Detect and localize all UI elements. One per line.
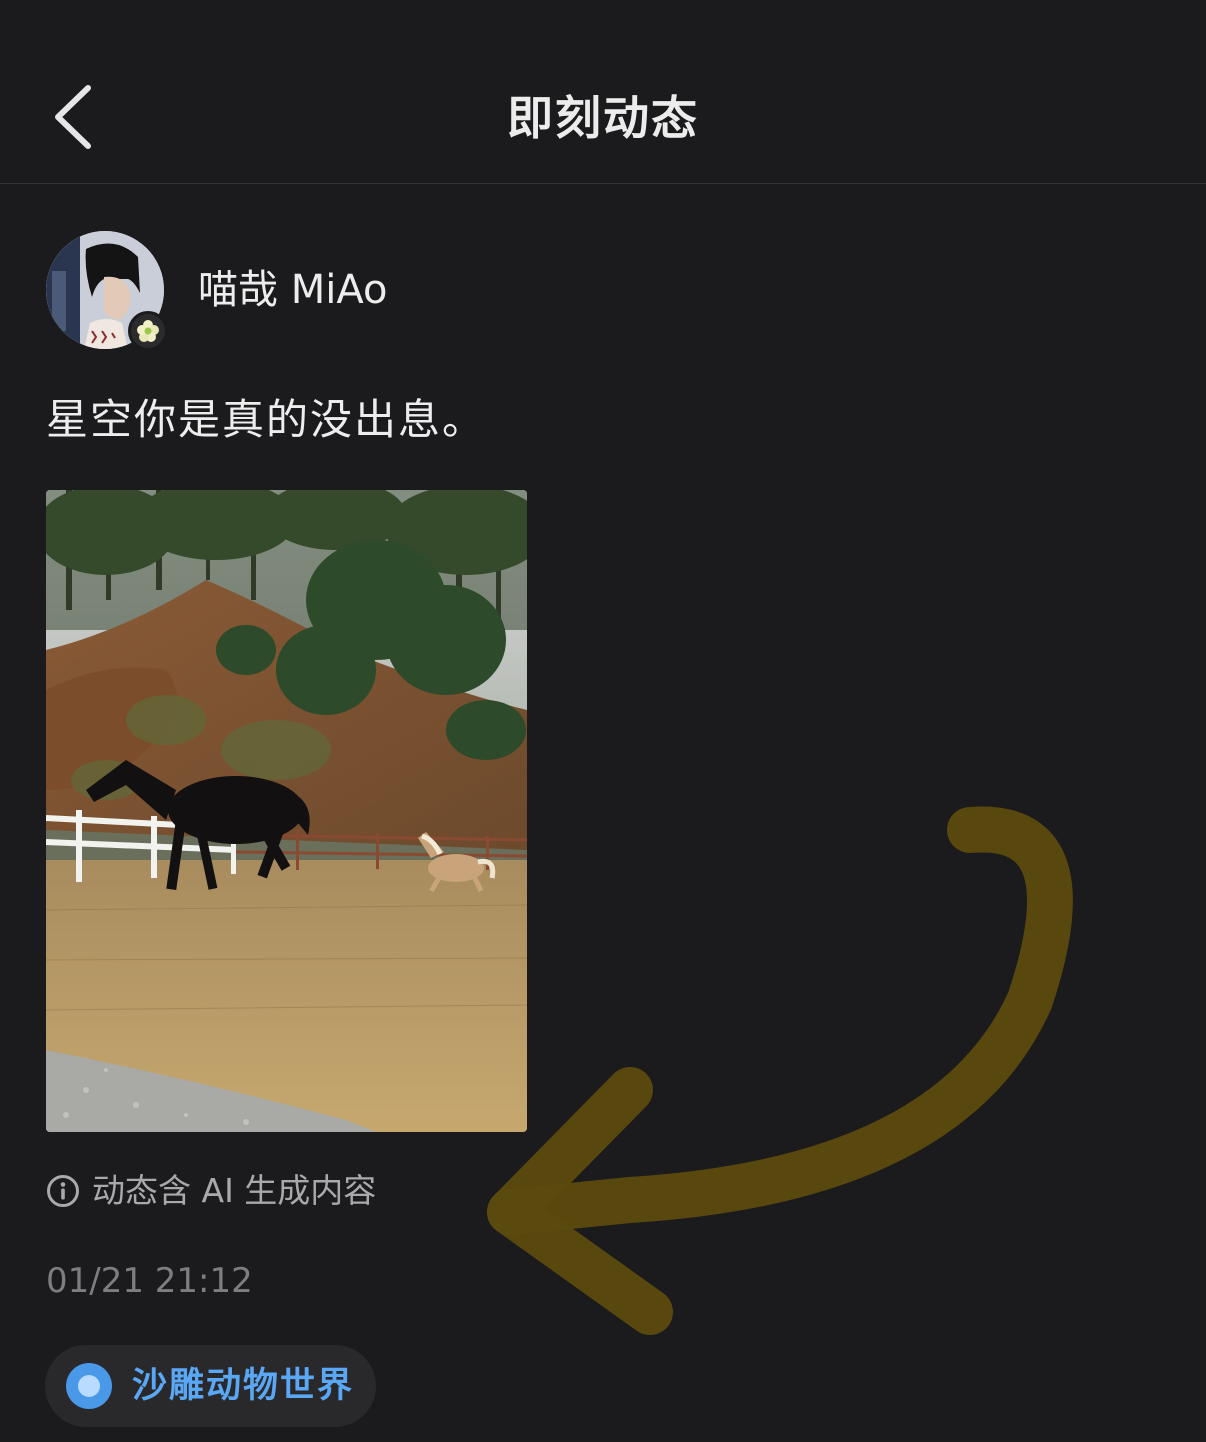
top-nav-bar: 即刻动态 xyxy=(0,0,1206,184)
ai-content-notice[interactable]: 动态含 AI 生成内容 xyxy=(46,1168,376,1214)
author-row: 喵哉 MiAo xyxy=(46,229,387,351)
author-name[interactable]: 喵哉 MiAo xyxy=(198,265,387,315)
post-timestamp: 01/21 21:12 xyxy=(46,1261,253,1301)
post-text: 星空你是真的没出息。 xyxy=(46,395,487,444)
ai-notice-label: 动态含 AI 生成内容 xyxy=(92,1171,377,1210)
info-circle-icon xyxy=(47,1175,79,1207)
topic-dot-icon xyxy=(66,1363,112,1409)
avatar[interactable] xyxy=(46,231,168,351)
page-title: 即刻动态 xyxy=(507,91,699,145)
post-image[interactable] xyxy=(46,490,527,1132)
flower-badge-icon xyxy=(128,311,168,351)
moment-detail-page: 即刻动态 喵哉 MiAo 星空你是真的没出息。 动态含 AI 生成内容 01/2… xyxy=(0,0,1206,1442)
topic-label: 沙雕动物世界 xyxy=(132,1366,355,1406)
topic-chip[interactable]: 沙雕动物世界 xyxy=(45,1345,376,1427)
annotation-arrow-icon xyxy=(487,806,1073,1335)
